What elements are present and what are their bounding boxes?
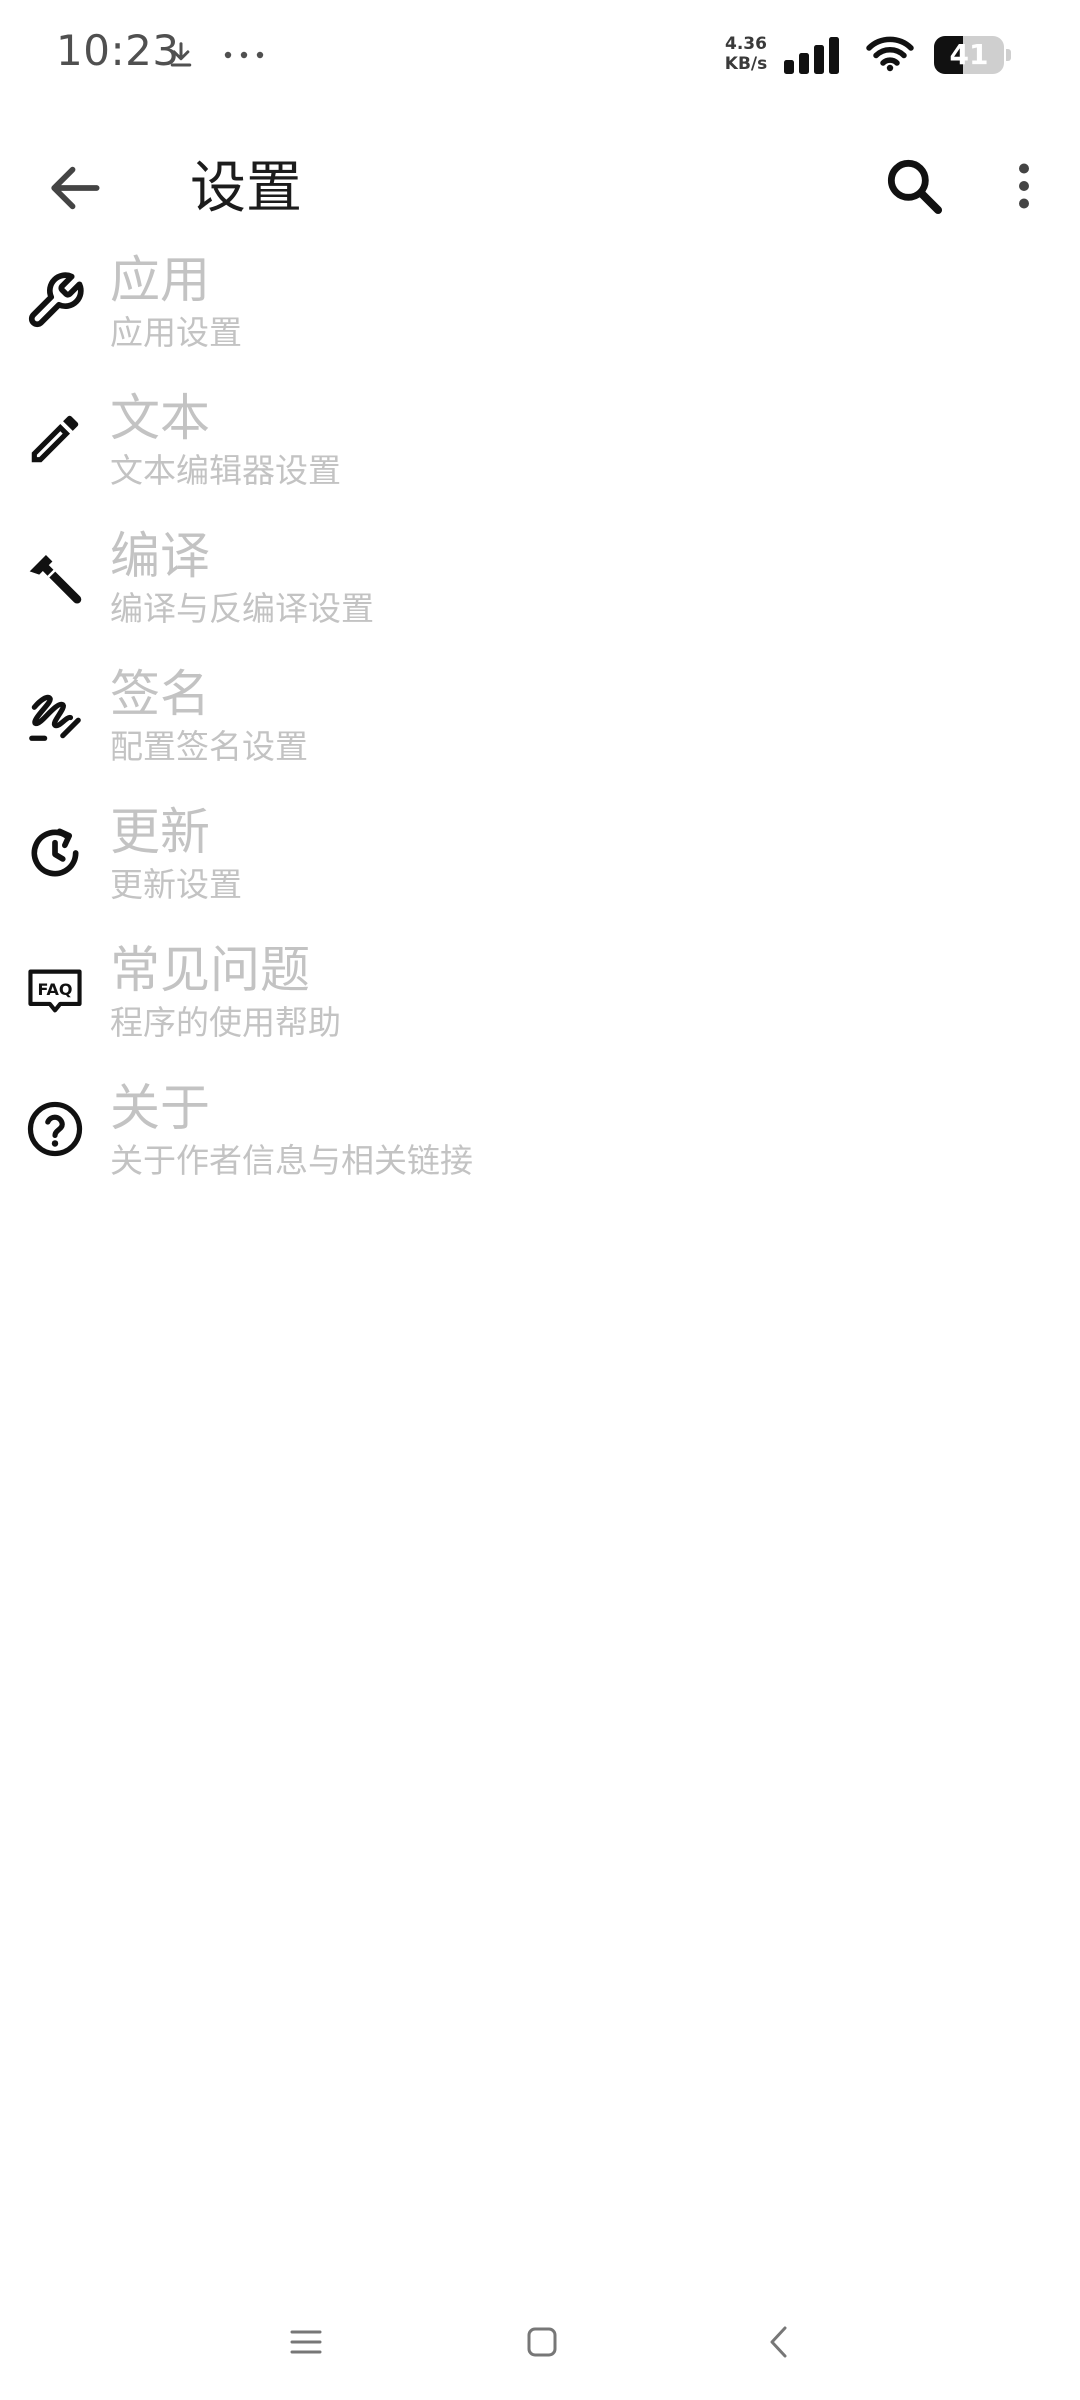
settings-item-subtitle: 应用设置: [110, 313, 242, 352]
settings-item-title: 关于: [110, 1079, 210, 1137]
status-time: 10:23: [56, 26, 180, 75]
battery-tip: [1006, 49, 1011, 61]
settings-item-update[interactable]: 更新 更新设置: [0, 792, 1080, 930]
settings-item-subtitle: 文本编辑器设置: [110, 451, 341, 490]
settings-item-subtitle: 关于作者信息与相关链接: [110, 1141, 473, 1180]
hammer-icon: [29, 555, 82, 604]
download-icon: [170, 42, 192, 67]
settings-item-faq[interactable]: FAQ 常见问题 程序的使用帮助: [0, 930, 1080, 1068]
settings-item-title: 编译: [110, 527, 210, 585]
menu-icon[interactable]: [290, 2328, 322, 2356]
cellular-signal-icon: [784, 37, 839, 74]
settings-list: 应用 应用设置 文本 文本编辑器设置 编译 编译与反编译设置 签名 配置签名设置: [0, 240, 1080, 1206]
settings-item-title: 应用: [110, 251, 210, 309]
more-vertical-icon[interactable]: [994, 152, 1054, 220]
arrow-back-icon[interactable]: [40, 154, 108, 222]
wifi-icon: [866, 36, 914, 72]
more-horizontal-icon: [224, 51, 264, 59]
battery-level: 41: [949, 38, 989, 71]
settings-item-compile[interactable]: 编译 编译与反编译设置: [0, 516, 1080, 654]
settings-item-signature[interactable]: 签名 配置签名设置: [0, 654, 1080, 792]
settings-item-subtitle: 编译与反编译设置: [110, 589, 374, 628]
settings-item-app[interactable]: 应用 应用设置: [0, 240, 1080, 378]
network-speed: 4.36 KB/s: [720, 34, 772, 74]
search-icon[interactable]: [880, 152, 948, 220]
settings-item-title: 常见问题: [110, 941, 310, 999]
app-bar: 设置: [0, 110, 1080, 260]
network-speed-value: 4.36: [725, 34, 767, 54]
settings-item-title: 文本: [110, 389, 210, 447]
pencil-icon: [31, 415, 79, 463]
wrench-icon: [28, 272, 84, 328]
page-title: 设置: [190, 156, 302, 221]
status-bar: 10:23 4.36 KB/s 41: [0, 0, 1080, 110]
settings-item-subtitle: 程序的使用帮助: [110, 1003, 341, 1042]
home-icon[interactable]: [526, 2326, 558, 2358]
battery-indicator: 41: [934, 36, 1012, 74]
settings-item-title: 更新: [110, 803, 210, 861]
settings-item-subtitle: 更新设置: [110, 865, 242, 904]
settings-item-about[interactable]: 关于 关于作者信息与相关链接: [0, 1068, 1080, 1206]
navigation-bar: [0, 2300, 1080, 2400]
svg-text:FAQ: FAQ: [37, 980, 72, 999]
update-icon: [31, 828, 79, 877]
faq-icon: FAQ: [28, 969, 82, 1013]
battery-body: 41: [934, 36, 1004, 74]
settings-item-text[interactable]: 文本 文本编辑器设置: [0, 378, 1080, 516]
settings-item-subtitle: 配置签名设置: [110, 727, 308, 766]
help-circle-icon: [27, 1101, 83, 1157]
network-speed-unit: KB/s: [724, 54, 768, 74]
settings-item-title: 签名: [110, 665, 210, 723]
back-chevron-icon[interactable]: [764, 2324, 794, 2360]
signature-icon: [29, 694, 81, 741]
